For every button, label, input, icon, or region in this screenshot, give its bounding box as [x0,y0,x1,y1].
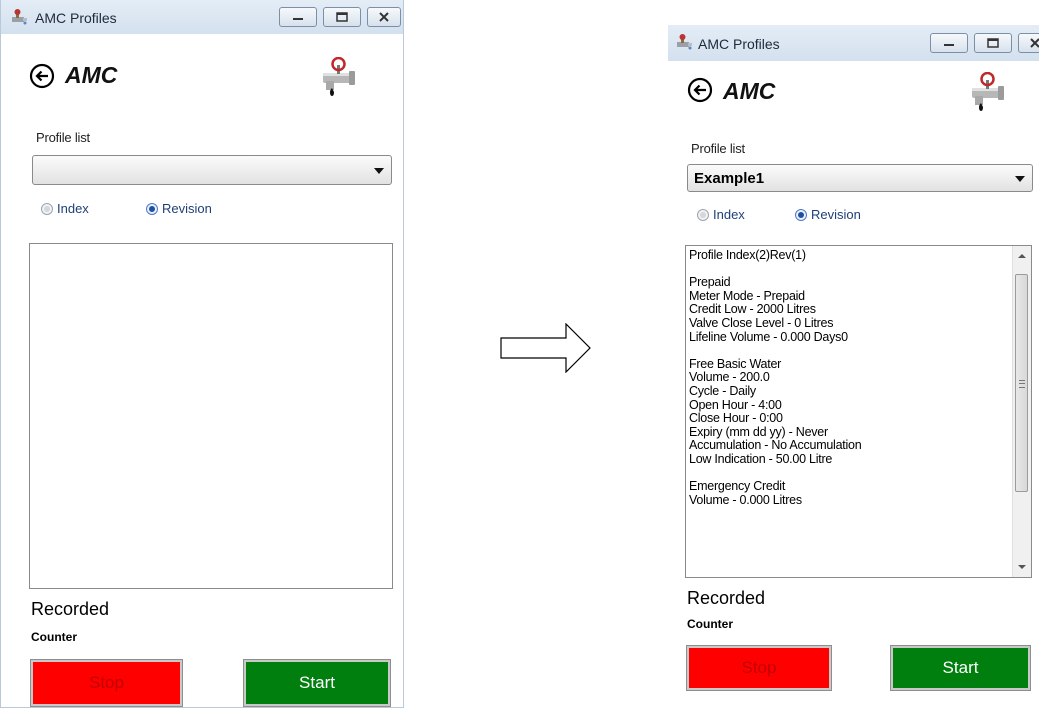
revision-radio-label: Revision [811,207,861,222]
profile-line: Low Indication - 50.00 Litre [689,451,833,466]
profile-list-dropdown[interactable]: Example1 [687,164,1033,192]
profile-list-label: Profile list [691,141,745,156]
profile-details-list[interactable]: Profile Index(2)Rev(1) Prepaid Meter Mode … [685,245,1032,578]
recorded-label: Recorded [31,599,110,619]
index-radio[interactable]: Index [697,207,745,222]
title-bar[interactable]: AMC Profiles [668,25,1039,61]
profile-line: Volume - 0.000 Litres [689,492,802,507]
back-arrow-icon[interactable] [29,63,55,89]
profile-line: Accumulation - No Accumulation [689,438,862,453]
profile-line: Profile Index(2)Rev(1) [689,248,806,262]
profile-line: Prepaid [689,275,731,290]
radio-indicator-checked [795,208,807,221]
water-tap-icon [972,72,1004,111]
counter-label: Counter [687,617,733,631]
profile-line: Close Hour - 0:00 [689,411,783,426]
stop-button[interactable]: Stop [30,659,183,707]
revision-radio[interactable]: Revision [795,207,861,222]
scrollbar-thumb[interactable] [1015,274,1028,492]
index-radio[interactable]: Index [41,201,89,216]
app-name: AMC [65,62,118,88]
app-icon [677,34,692,50]
profile-list-label: Profile list [36,130,90,145]
stop-button[interactable]: Stop [686,645,832,691]
profile-details-list[interactable] [29,243,393,589]
vertical-scrollbar[interactable] [1012,246,1031,577]
index-radio-label: Index [713,207,745,222]
close-button[interactable] [1018,33,1039,53]
app-icon [12,9,27,25]
right-app-window: AMC Profiles AMC Profile list Example1 I… [668,25,1039,697]
profile-line: Valve Close Level - 0 Litres [689,315,834,330]
minimize-button[interactable] [279,7,317,27]
title-bar[interactable]: AMC Profiles [1,0,403,34]
close-icon [1030,38,1039,48]
profile-line: Volume - 200.0 [689,370,770,385]
window-title: AMC Profiles [35,10,117,26]
maximize-icon [336,12,348,22]
scroll-down-arrow-icon[interactable] [1013,559,1031,575]
profile-line: Open Hour - 4:00 [689,397,782,412]
profile-list-dropdown[interactable] [32,155,392,185]
radio-indicator [697,208,709,221]
close-button[interactable] [367,7,401,27]
water-tap-icon [323,57,355,96]
revision-radio[interactable]: Revision [146,201,212,216]
app-name: AMC [723,78,776,104]
scroll-up-arrow-icon[interactable] [1013,248,1031,264]
maximize-icon [987,38,999,48]
profile-details-text: Profile Index(2)Rev(1) Prepaid Meter Mode … [689,248,1011,507]
start-button[interactable]: Start [243,659,391,707]
minimize-button[interactable] [930,33,968,53]
app-header: AMC [1,52,403,96]
radio-indicator [41,202,53,215]
profile-line: Expiry (mm dd yy) - Never [689,424,828,439]
right-arrow-icon [500,323,591,373]
maximize-button[interactable] [323,7,361,27]
maximize-button[interactable] [974,33,1012,53]
minimize-icon [293,18,303,20]
chevron-down-icon [374,168,384,174]
profile-line: Free Basic Water [689,356,782,371]
profile-line: Emergency Credit [689,479,786,494]
app-header: AMC [668,72,1039,115]
profile-selected-value: Example1 [694,170,765,187]
counter-label: Counter [31,630,77,644]
back-arrow-icon[interactable] [687,77,713,103]
profile-line: Meter Mode - Prepaid [689,288,805,303]
close-icon [379,12,389,22]
left-app-window: AMC Profiles AMC Profile list Index Revi… [0,0,404,708]
profile-line: Cycle - Daily [689,383,756,398]
profile-line: Lifeline Volume - 0.000 Days0 [689,329,848,344]
recorded-label: Recorded [687,588,766,608]
revision-radio-label: Revision [162,201,212,216]
start-button[interactable]: Start [890,645,1031,691]
chevron-down-icon [1015,176,1025,182]
window-title: AMC Profiles [698,36,780,52]
index-radio-label: Index [57,201,89,216]
grip-icon [1019,380,1025,388]
minimize-icon [944,44,954,46]
radio-indicator-checked [146,202,158,215]
profile-line: Credit Low - 2000 Litres [689,302,816,317]
